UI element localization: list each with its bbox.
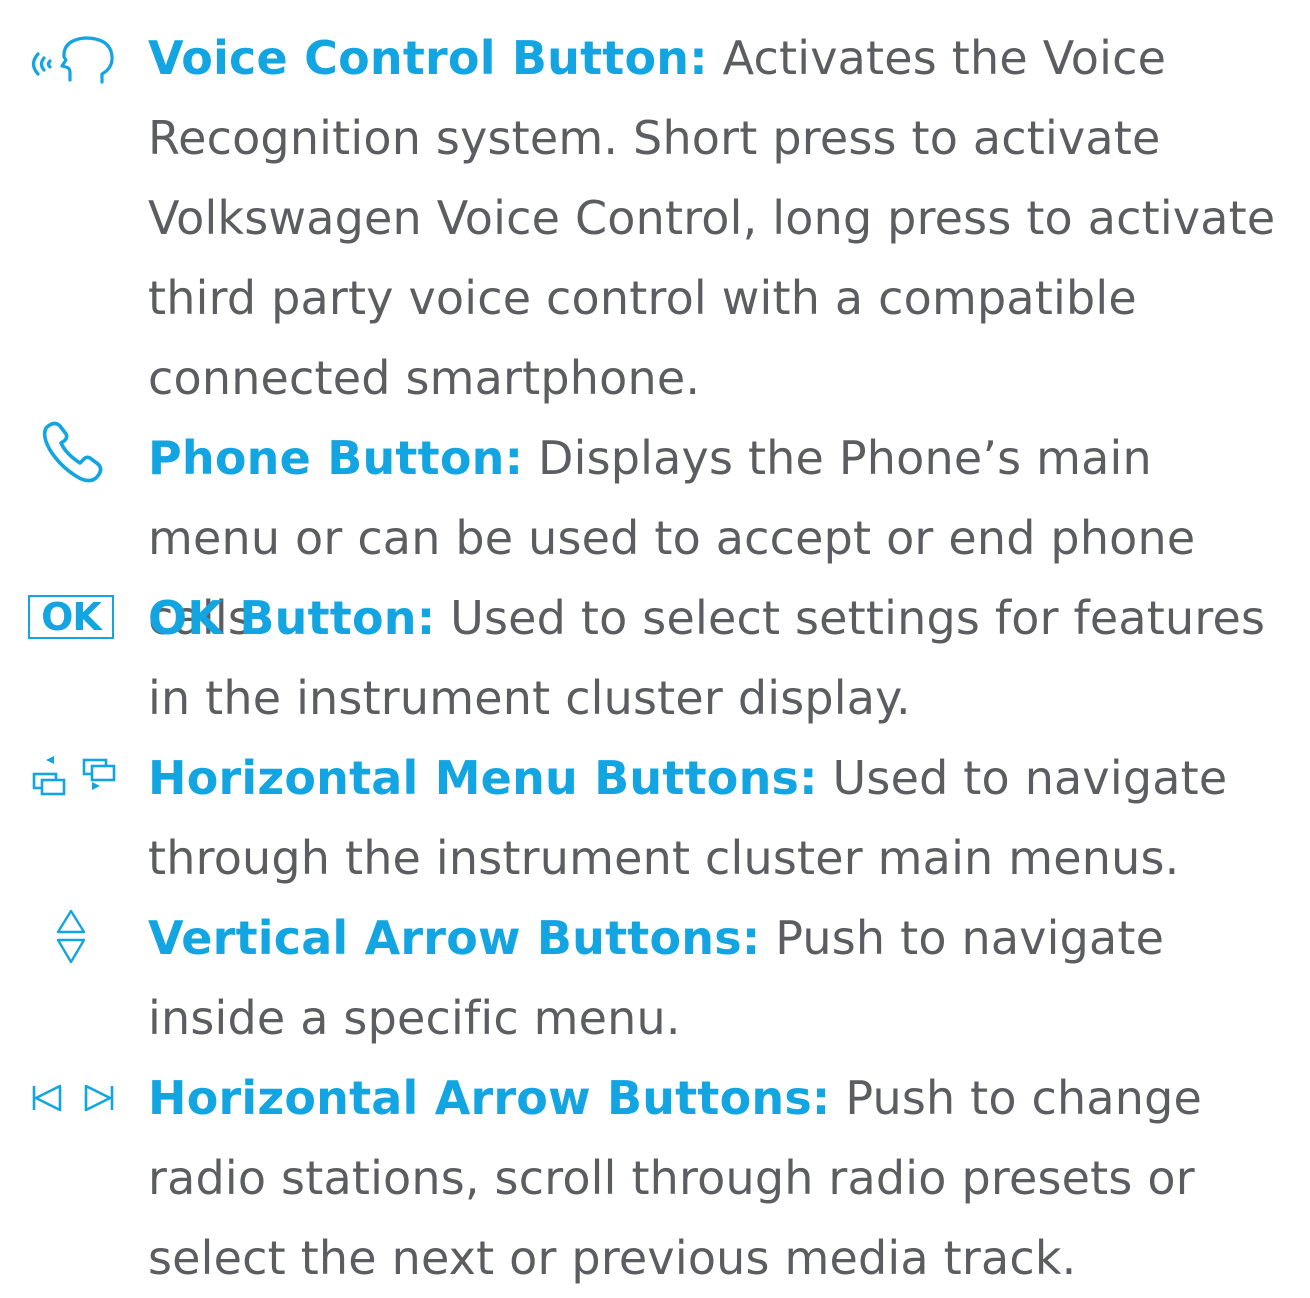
- horizontal-arrows-icon: [32, 1084, 114, 1112]
- entry-term: Horizontal Arrow Buttons:: [148, 1071, 831, 1125]
- entry-term: Voice Control Button:: [148, 31, 708, 85]
- vertical-arrows-icon: [56, 909, 86, 964]
- entry-term: Horizontal Menu Buttons:: [148, 751, 818, 805]
- button-glossary: Voice Control Button: Activates the Voic…: [0, 0, 1310, 1285]
- entry-description: Activates the Voice Recognition system. …: [148, 31, 1276, 405]
- horizontal-menu-icon: [32, 756, 116, 796]
- phone-icon: [42, 421, 103, 483]
- entry-term: OK Button:: [148, 591, 436, 645]
- entry-term: Vertical Arrow Buttons:: [148, 911, 761, 965]
- voice-control-icon: [31, 36, 114, 84]
- entry-term: Phone Button:: [148, 431, 524, 485]
- ok-icon: OK: [28, 595, 114, 639]
